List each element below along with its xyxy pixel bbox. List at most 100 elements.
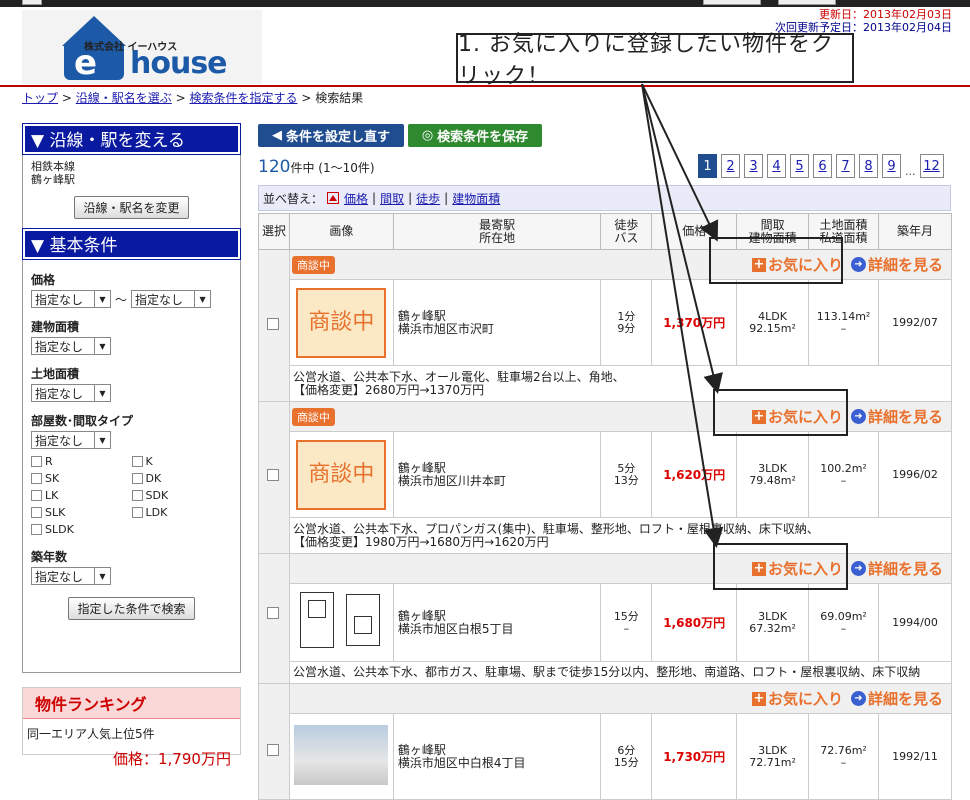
negotiating-image[interactable]: 商談中 bbox=[296, 439, 387, 510]
price-label: 価格 bbox=[31, 273, 56, 287]
chevron-down-icon: ▼ bbox=[94, 338, 110, 354]
page-link[interactable]: 9 bbox=[882, 154, 901, 178]
chevron-down-icon: ▼ bbox=[94, 385, 110, 401]
sort-building[interactable]: 建物面積 bbox=[452, 190, 500, 207]
listing-land-area: 69.09m² bbox=[820, 609, 867, 623]
save-conditions-button[interactable]: ◎ 検索条件を保存 bbox=[408, 124, 542, 147]
listing-address: 横浜市旭区中白根4丁目 bbox=[397, 755, 526, 770]
top-tab[interactable] bbox=[703, 0, 761, 5]
listing-address: 横浜市旭区白根5丁目 bbox=[397, 621, 514, 636]
breadcrumb-sep: > bbox=[175, 91, 186, 105]
count-text: 件中 (1〜10件) bbox=[290, 161, 375, 175]
breadcrumb-top[interactable]: トップ bbox=[22, 91, 58, 105]
price-min-select[interactable]: 指定なし ▼ bbox=[31, 290, 111, 308]
floorplan-image[interactable] bbox=[296, 586, 386, 656]
house-photo[interactable] bbox=[294, 725, 389, 785]
listing-row: 鶴ヶ峰駅 横浜市旭区中白根4丁目 6分 15分 1,730万円 3LDK 72.71m… bbox=[259, 713, 952, 800]
view-detail-button[interactable]: ➜ 詳細を見る bbox=[850, 688, 943, 709]
arrow-right-icon: ➜ bbox=[850, 409, 866, 424]
listing-bus: – bbox=[623, 621, 630, 635]
page-link[interactable]: 5 bbox=[790, 154, 809, 178]
add-favorite-button[interactable]: + お気に入り bbox=[751, 688, 843, 709]
breadcrumb-cond[interactable]: 検索条件を指定する bbox=[189, 91, 297, 105]
view-detail-button[interactable]: ➜ 詳細を見る bbox=[850, 254, 943, 275]
select-checkbox[interactable] bbox=[267, 318, 279, 330]
breadcrumb: トップ > 沿線・駅名を選ぶ > 検索条件を指定する > 検索結果 bbox=[22, 89, 363, 106]
page-link[interactable]: 8 bbox=[859, 154, 878, 178]
breadcrumb-current: 検索結果 bbox=[315, 91, 364, 105]
th-station-label: 最寄駅 bbox=[479, 217, 516, 232]
select-checkbox[interactable] bbox=[267, 469, 279, 481]
select-checkbox[interactable] bbox=[267, 744, 279, 756]
page-link[interactable]: 3 bbox=[744, 154, 763, 178]
room-type-checkbox[interactable]: SK bbox=[31, 472, 132, 485]
page-link[interactable]: 4 bbox=[767, 154, 786, 178]
view-detail-button[interactable]: ➜ 詳細を見る bbox=[850, 406, 943, 427]
sort-up-icon[interactable] bbox=[327, 192, 340, 204]
page-link[interactable]: 7 bbox=[836, 154, 855, 178]
negotiating-image[interactable]: 商談中 bbox=[296, 287, 387, 358]
room-select[interactable]: 指定なし ▼ bbox=[31, 431, 111, 449]
th-station: 最寄駅 所在地 bbox=[392, 213, 602, 250]
listing-built: 1996/02 bbox=[878, 431, 952, 518]
site-logo[interactable]: e house 株式会社 イーハウス bbox=[22, 10, 262, 84]
th-walk-label: 徒歩 bbox=[614, 217, 639, 232]
room-type-checkbox[interactable]: DK bbox=[131, 472, 233, 485]
bldg-select[interactable]: 指定なし ▼ bbox=[31, 337, 111, 355]
th-address-label: 所在地 bbox=[479, 230, 516, 245]
price-min-value: 指定なし bbox=[35, 292, 84, 307]
listing-built: 1992/07 bbox=[878, 279, 952, 366]
reset-conditions-button[interactable]: ◀ 条件を設定し直す bbox=[258, 124, 404, 147]
listing-features: 公営水道、公共本下水、プロパンガス(集中)、駐車場、整形地、ロフト・屋根裏収納、… bbox=[292, 521, 819, 536]
page-link[interactable]: 1 bbox=[698, 154, 717, 178]
detail-label: 詳細を見る bbox=[867, 690, 943, 708]
top-tab[interactable] bbox=[22, 0, 42, 5]
listing-bus: 13分 bbox=[613, 473, 639, 487]
land-label: 土地面積 bbox=[31, 367, 80, 381]
detail-label: 詳細を見る bbox=[867, 256, 943, 274]
listing-private-road: – bbox=[840, 755, 847, 769]
price-tilde: 〜 bbox=[115, 292, 128, 307]
view-detail-button[interactable]: ➜ 詳細を見る bbox=[850, 558, 943, 579]
th-layout-label: 間取 bbox=[760, 217, 785, 232]
listing-price: 1,730万円 bbox=[651, 713, 738, 800]
page-link[interactable]: 6 bbox=[813, 154, 832, 178]
room-type-checkbox[interactable]: LDK bbox=[131, 506, 233, 519]
room-type-checkbox[interactable]: K bbox=[131, 455, 233, 468]
listing-bus: 9分 bbox=[617, 321, 636, 335]
breadcrumb-sep: > bbox=[61, 91, 72, 105]
listing-station: 鶴ヶ峰駅 bbox=[397, 460, 446, 475]
room-type-checkbox[interactable]: SLK bbox=[31, 506, 132, 519]
change-station-button[interactable]: 沿線・駅名を変更 bbox=[74, 196, 189, 219]
room-type-checkbox[interactable]: SLDK bbox=[31, 523, 133, 536]
sort-walk[interactable]: 徒歩 bbox=[416, 190, 440, 207]
room-type-checkbox[interactable]: SDK bbox=[131, 489, 233, 502]
breadcrumb-line[interactable]: 沿線・駅名を選ぶ bbox=[76, 91, 172, 105]
age-select[interactable]: 指定なし ▼ bbox=[31, 567, 111, 585]
room-type-checkbox[interactable]: R bbox=[31, 455, 132, 468]
room-type-label: SDK bbox=[145, 489, 169, 502]
listing-walk: 15分 bbox=[613, 609, 639, 623]
sort-sep: | bbox=[444, 191, 449, 205]
search-button[interactable]: 指定した条件で検索 bbox=[68, 597, 195, 620]
page-link[interactable]: 12 bbox=[919, 154, 944, 178]
sort-layout[interactable]: 間取 bbox=[380, 190, 404, 207]
price-max-select[interactable]: 指定なし ▼ bbox=[131, 290, 212, 308]
land-select[interactable]: 指定なし ▼ bbox=[31, 384, 111, 402]
th-walk: 徒歩 バス bbox=[600, 213, 653, 250]
listing-land-area: 113.14m² bbox=[816, 309, 871, 323]
ranking-price[interactable]: 価格：1,790万円 bbox=[23, 748, 240, 769]
listing-address: 横浜市旭区市沢町 bbox=[397, 321, 494, 336]
th-select-label: 選択 bbox=[261, 224, 286, 238]
sort-sep: | bbox=[372, 191, 377, 205]
listing-layout: 3LDK bbox=[758, 461, 787, 475]
listing-row: 鶴ヶ峰駅 横浜市旭区白根5丁目 15分 – 1,680万円 3LDK 67.32m² … bbox=[259, 583, 952, 662]
room-type-checkbox[interactable]: LK bbox=[31, 489, 132, 502]
select-checkbox[interactable] bbox=[267, 607, 279, 619]
page-link[interactable]: 2 bbox=[721, 154, 740, 178]
listing-walk: 5分 bbox=[617, 461, 636, 475]
listing-price: 1,370万円 bbox=[651, 279, 738, 366]
sort-price[interactable]: 価格 bbox=[344, 190, 368, 207]
top-tab[interactable] bbox=[778, 0, 836, 5]
room-type-label: LK bbox=[45, 489, 59, 502]
